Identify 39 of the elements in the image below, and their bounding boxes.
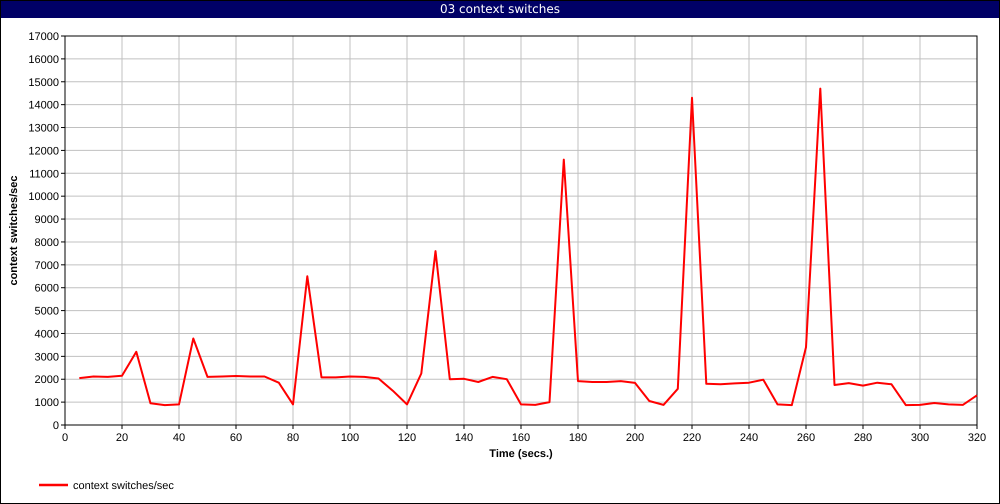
tick-label: 80 [286,432,300,444]
tick-label: 5000 [34,306,59,318]
tick-label: 40 [172,432,186,444]
tick-label: 8000 [34,236,59,249]
tick-label: 320 [968,432,986,444]
tick-label: 9000 [34,214,59,226]
tick-label: 2000 [34,374,59,386]
tick-label: 17000 [28,31,59,43]
tick-label: 4000 [34,328,59,340]
y-axis-title: context switches/sec [8,175,20,286]
tick-label: 300 [910,432,930,444]
tick-label: 10000 [28,191,59,204]
tick-label: 14000 [28,100,59,112]
tick-label: 15000 [28,76,59,89]
tick-label: 16000 [28,54,59,66]
tick-label: 60 [230,432,242,444]
tick-label: 120 [398,432,416,444]
tick-label: 7000 [34,260,59,272]
tick-label: 280 [854,432,872,444]
tick-label: 13000 [28,122,59,135]
tick-label: 140 [454,432,474,444]
tick-label: 1000 [34,397,59,410]
tick-label: 220 [682,432,702,444]
window-title: 03 context switches [440,2,560,16]
tick-label: 0 [62,432,68,444]
tick-label: 180 [568,432,588,444]
tick-label: 240 [740,432,758,444]
tick-label: 100 [340,432,360,444]
tick-label: 12000 [28,145,59,158]
tick-label: 20 [116,432,128,444]
tick-label: 0 [52,420,59,432]
tick-label: 11000 [29,168,59,180]
tick-label: 260 [796,432,816,444]
tick-label: 160 [512,432,530,444]
tick-label: 6000 [34,282,59,295]
tick-label: 3000 [34,351,59,364]
x-axis-title: Time (secs.) [489,448,553,460]
tick-label: 200 [626,432,644,444]
legend-label: context switches/sec [73,480,174,492]
